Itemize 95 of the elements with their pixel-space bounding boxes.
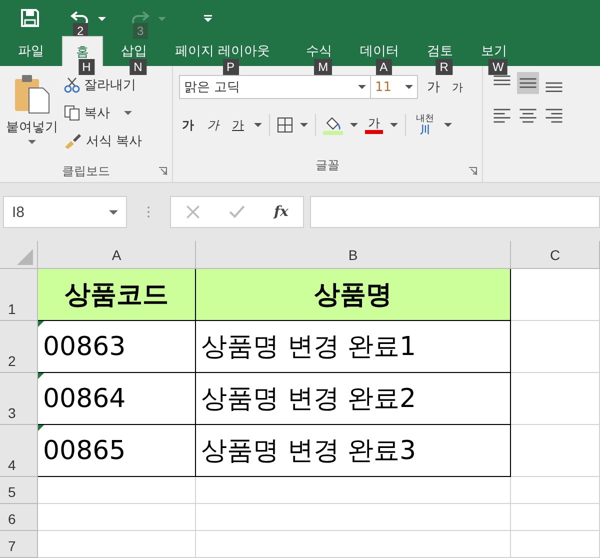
table-cell[interactable] — [511, 425, 600, 477]
table-cell[interactable] — [511, 269, 600, 321]
table-cell[interactable] — [511, 321, 600, 373]
name-box[interactable]: I8 — [3, 196, 127, 228]
cell-text: 상품명 변경 완료3 — [201, 435, 416, 468]
keytip: P — [222, 59, 239, 75]
align-middle-icon[interactable] — [517, 72, 539, 94]
caret-icon — [158, 17, 166, 21]
undo-icon[interactable] — [70, 10, 90, 26]
row-header[interactable]: 3 — [0, 373, 38, 425]
table-cell[interactable]: 상품명 — [196, 269, 511, 321]
formula-field[interactable] — [310, 196, 600, 228]
table-cell[interactable] — [196, 477, 511, 504]
cell-text: 00864 — [43, 384, 126, 414]
launcher-icon[interactable] — [469, 167, 477, 175]
font-size-dropdown[interactable]: 11 — [370, 75, 418, 99]
launcher-icon[interactable] — [159, 167, 167, 175]
error-indicator-icon[interactable] — [38, 373, 44, 379]
caret-icon — [28, 140, 36, 144]
table-cell[interactable] — [196, 504, 511, 531]
row-header[interactable]: 6 — [0, 504, 38, 531]
caret-icon[interactable] — [254, 123, 262, 127]
table-cell[interactable]: 상품명 변경 완료1 — [196, 321, 511, 373]
caret-icon — [109, 210, 118, 214]
caret-icon[interactable] — [444, 123, 452, 127]
table-cell[interactable] — [38, 531, 196, 558]
column-header[interactable]: B — [196, 241, 511, 269]
grip-icon — [147, 206, 150, 218]
font-name-dropdown[interactable]: 맑은 고딕 — [179, 75, 371, 99]
table-cell[interactable]: 상품명 변경 완료2 — [196, 373, 511, 425]
bold-button[interactable]: 가 — [179, 116, 197, 134]
cell-text: 00863 — [43, 332, 126, 362]
keytip: A — [376, 59, 392, 75]
grow-font-button[interactable]: 가 — [424, 78, 443, 96]
customize-icon[interactable] — [204, 14, 212, 22]
table-cell[interactable]: 상품명 변경 완료3 — [196, 425, 511, 477]
copy-button[interactable]: 복사 — [64, 102, 142, 124]
group-label: 글꼴 — [316, 156, 340, 174]
table-cell[interactable] — [511, 504, 600, 531]
row-header[interactable]: 7 — [0, 531, 38, 558]
cell-text: 상품명 변경 완료2 — [201, 383, 416, 416]
clipboard-icon — [14, 74, 50, 114]
format-painter-button[interactable]: 서식 복사 — [64, 130, 142, 152]
table-cell[interactable] — [38, 504, 196, 531]
cell-text: 상품명 — [314, 279, 392, 312]
caret-icon — [124, 111, 132, 115]
table-cell[interactable]: 상품코드 — [38, 269, 196, 321]
keytip: W — [488, 59, 508, 75]
paste-button[interactable]: 붙여넣기 — [0, 74, 64, 160]
column-header[interactable]: C — [511, 241, 600, 269]
caret-icon — [358, 85, 366, 89]
cell-text: 상품코드 — [64, 279, 168, 312]
table-cell[interactable] — [511, 373, 600, 425]
table-cell[interactable]: 00864 — [38, 373, 196, 425]
shrink-font-button[interactable]: 가 — [449, 80, 466, 94]
cell-text: 00865 — [43, 436, 126, 466]
brush-icon — [64, 133, 82, 149]
copy-icon — [64, 105, 80, 121]
table-cell[interactable] — [38, 477, 196, 504]
fill-color-icon[interactable] — [323, 115, 343, 135]
table-cell[interactable]: 00865 — [38, 425, 196, 477]
font-color-button[interactable]: 가 — [365, 116, 383, 134]
keytip: 3 — [133, 23, 148, 39]
caret-icon[interactable] — [350, 123, 358, 127]
row-header[interactable]: 5 — [0, 477, 38, 504]
caret-icon — [405, 85, 413, 89]
column-header[interactable]: A — [38, 241, 196, 269]
check-icon[interactable] — [228, 205, 245, 219]
caret-icon[interactable] — [390, 123, 398, 127]
keytip: H — [78, 59, 95, 75]
cut-button[interactable]: 잘라내기 — [64, 74, 142, 96]
redo-icon[interactable] — [130, 10, 150, 26]
keytip: R — [436, 59, 452, 75]
error-indicator-icon[interactable] — [38, 425, 44, 431]
row-header[interactable]: 4 — [0, 425, 38, 477]
insert-function-button[interactable]: fx — [274, 204, 288, 220]
table-cell[interactable]: 00863 — [38, 321, 196, 373]
save-icon[interactable] — [20, 8, 40, 28]
keytip: N — [130, 59, 146, 75]
scissors-icon — [64, 77, 80, 93]
phonetic-guide-button[interactable]: 내천 川 — [413, 114, 437, 136]
cell-text: 상품명 변경 완료1 — [201, 331, 416, 364]
caret-icon[interactable] — [98, 17, 106, 21]
italic-button[interactable]: 가 — [204, 116, 222, 134]
borders-icon[interactable] — [277, 117, 293, 133]
table-cell[interactable] — [196, 531, 511, 558]
group-label: 클립보드 — [62, 162, 110, 180]
row-header[interactable]: 2 — [0, 321, 38, 373]
keytip: M — [314, 59, 332, 75]
table-cell[interactable] — [511, 477, 600, 504]
table-cell[interactable] — [511, 531, 600, 558]
caret-icon[interactable] — [300, 123, 308, 127]
ribbon-tab[interactable]: 파일 — [8, 36, 54, 66]
row-header[interactable]: 1 — [0, 269, 38, 321]
underline-button[interactable]: 가 — [229, 116, 247, 134]
